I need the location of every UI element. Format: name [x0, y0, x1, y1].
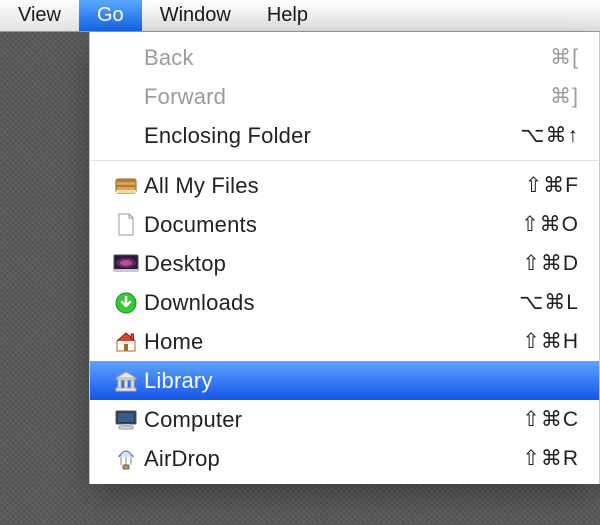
menu-item-shortcut: ⇧⌘H: [489, 329, 579, 354]
menu-item-shortcut: ⌘]: [489, 84, 579, 109]
menubar-item-view[interactable]: View: [0, 0, 79, 31]
menubar-item-go[interactable]: Go: [79, 0, 142, 31]
home-icon: [108, 331, 144, 353]
menubar-label: View: [18, 4, 61, 27]
menu-item-all-my-files[interactable]: All My Files ⇧⌘F: [90, 166, 599, 205]
menu-item-label: Desktop: [144, 251, 489, 277]
documents-icon: [108, 213, 144, 237]
menu-item-back: Back ⌘[: [90, 38, 599, 77]
menu-item-label: Downloads: [144, 290, 489, 316]
menubar-label: Help: [267, 4, 308, 27]
menubar-item-window[interactable]: Window: [142, 0, 249, 31]
all-my-files-icon: [108, 175, 144, 197]
menu-item-shortcut: ⇧⌘C: [489, 407, 579, 432]
desktop-icon: [108, 254, 144, 274]
menu-item-shortcut: ⌥⌘↑: [489, 123, 579, 148]
menu-item-shortcut: ⇧⌘O: [489, 212, 579, 237]
downloads-icon: [108, 291, 144, 315]
menu-item-shortcut: ⌥⌘L: [489, 290, 579, 315]
menu-item-downloads[interactable]: Downloads ⌥⌘L: [90, 283, 599, 322]
menu-item-label: Home: [144, 329, 489, 355]
menu-item-label: Library: [144, 368, 489, 394]
menubar-label: Go: [97, 4, 124, 27]
menu-item-desktop[interactable]: Desktop ⇧⌘D: [90, 244, 599, 283]
menu-item-label: AirDrop: [144, 446, 489, 472]
menu-item-shortcut: ⇧⌘D: [489, 251, 579, 276]
menu-item-label: Computer: [144, 407, 489, 433]
menu-item-home[interactable]: Home ⇧⌘H: [90, 322, 599, 361]
menu-separator: [91, 160, 598, 161]
menu-item-documents[interactable]: Documents ⇧⌘O: [90, 205, 599, 244]
menu-item-computer[interactable]: Computer ⇧⌘C: [90, 400, 599, 439]
computer-icon: [108, 409, 144, 431]
menu-item-label: All My Files: [144, 173, 489, 199]
menu-item-shortcut: ⇧⌘F: [489, 173, 579, 198]
menu-item-shortcut: ⇧⌘R: [489, 446, 579, 471]
library-icon: [108, 370, 144, 392]
menu-item-airdrop[interactable]: AirDrop ⇧⌘R: [90, 439, 599, 478]
menu-item-library[interactable]: Library: [90, 361, 599, 400]
menu-item-label: Enclosing Folder: [144, 123, 489, 149]
menu-item-label: Forward: [144, 84, 489, 110]
menu-item-forward: Forward ⌘]: [90, 77, 599, 116]
go-menu-dropdown: Back ⌘[ Forward ⌘] Enclosing Folder ⌥⌘↑ …: [89, 32, 600, 484]
menubar: View Go Window Help: [0, 0, 600, 32]
airdrop-icon: [108, 447, 144, 471]
menu-item-label: Back: [144, 45, 489, 71]
menu-item-enclosing-folder[interactable]: Enclosing Folder ⌥⌘↑: [90, 116, 599, 155]
menubar-label: Window: [160, 4, 231, 27]
menubar-item-help[interactable]: Help: [249, 0, 326, 31]
menu-item-shortcut: ⌘[: [489, 45, 579, 70]
menu-item-label: Documents: [144, 212, 489, 238]
